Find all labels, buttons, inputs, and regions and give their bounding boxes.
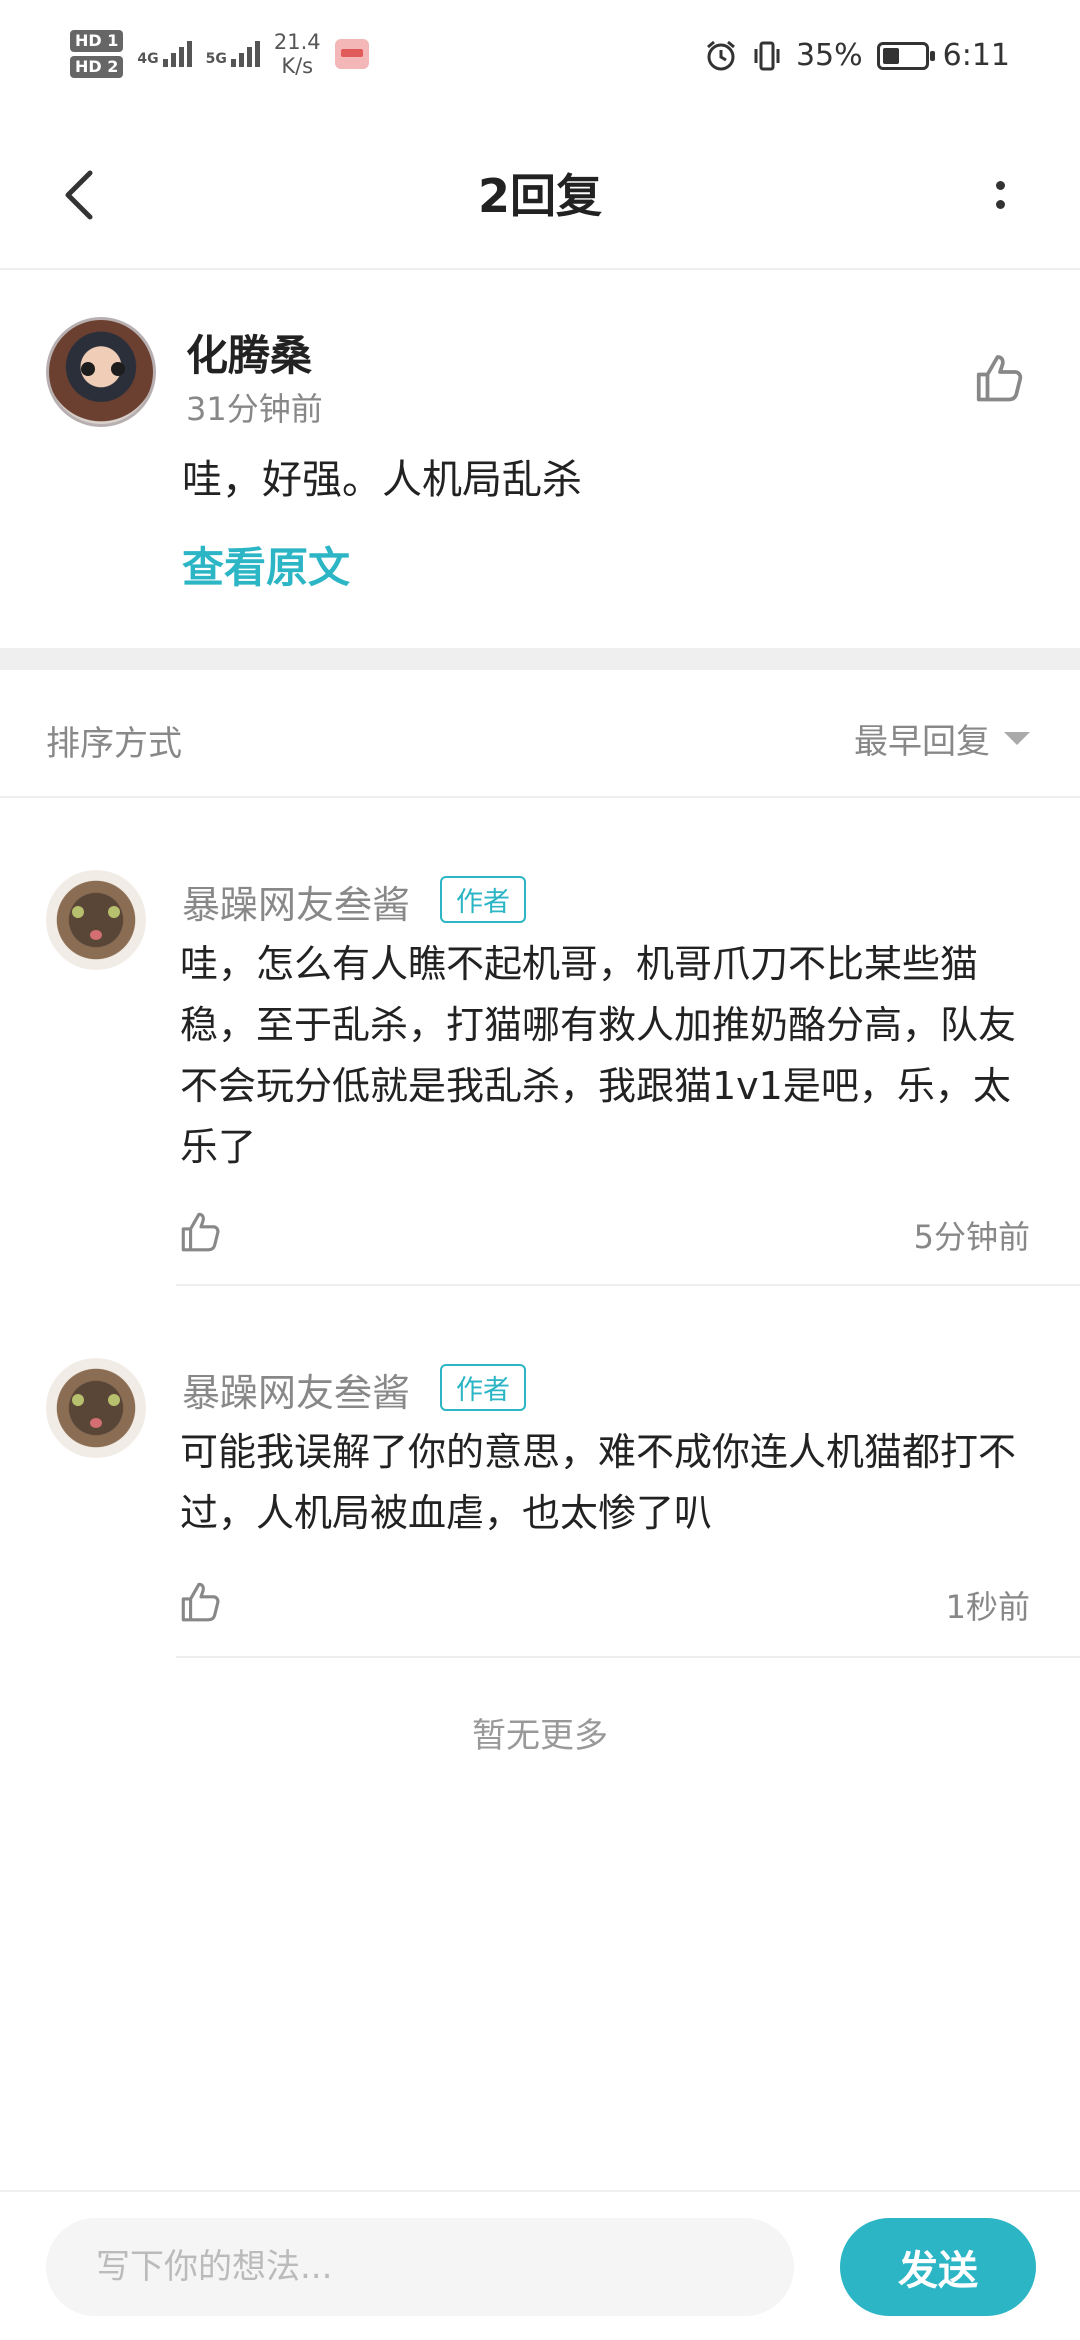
- thumbs-up-icon[interactable]: [176, 1576, 226, 1626]
- comment-input[interactable]: [46, 2218, 794, 2316]
- original-author-name[interactable]: 化腾桑: [186, 322, 312, 383]
- status-right: 35% 6:11: [704, 38, 1010, 73]
- speed-unit: K/s: [281, 54, 314, 78]
- status-left: HD 1 HD 2 4G 5G 21.4 K/s: [70, 30, 369, 78]
- section-divider: [0, 648, 1080, 670]
- sort-bar: 排序方式 最早回复: [0, 670, 1080, 798]
- clock: 6:11: [942, 38, 1010, 73]
- view-original-link[interactable]: 查看原文: [182, 534, 350, 595]
- network-speed: 21.4 K/s: [274, 30, 321, 78]
- alarm-icon: [706, 40, 735, 70]
- sort-label: 排序方式: [46, 724, 182, 764]
- reply-divider: [176, 1656, 1080, 1658]
- sort-dropdown[interactable]: 最早回复: [854, 714, 1030, 763]
- status-bar: HD 1 HD 2 4G 5G 21.4 K/s 35% 6:11: [0, 0, 1080, 120]
- top-bar: 2回复: [0, 120, 1080, 270]
- hd-indicator: HD 1 HD 2: [70, 30, 124, 78]
- more-dot-icon: [995, 200, 1005, 209]
- net1-label: 4G: [137, 51, 159, 67]
- battery-percent: 35%: [795, 38, 863, 73]
- app-notification-icon: [334, 39, 369, 69]
- hd1-label: HD 1: [70, 30, 124, 52]
- speed-value: 21.4: [273, 30, 321, 54]
- original-time: 31分钟前: [186, 390, 323, 428]
- more-dot-icon: [995, 181, 1005, 190]
- sort-selected: 最早回复: [854, 722, 990, 762]
- original-comment: 化腾桑 31分钟前 哇，好强。人机局乱杀 查看原文: [0, 272, 1080, 648]
- reply-text: 哇，怎么有人瞧不起机哥，机哥爪刀不比某些猫稳，至于乱杀，打猫哪有救人加推奶酪分高…: [180, 942, 1017, 1169]
- author-badge: 作者: [440, 876, 526, 923]
- vibrate-icon: [754, 41, 780, 70]
- reply-author-avatar[interactable]: [46, 870, 146, 970]
- reply-item: 暴躁网友叁酱 作者 可能我误解了你的意思，难不成你连人机猫都打不过，人机局被血虐…: [0, 1288, 1080, 1658]
- no-more-text: 暂无更多: [472, 1716, 608, 1756]
- signal-5g-icon: 5G: [206, 41, 260, 67]
- hd2-label: HD 2: [70, 56, 124, 78]
- reply-author-name[interactable]: 暴躁网友叁酱: [182, 874, 410, 929]
- more-options-button[interactable]: [960, 155, 1040, 235]
- reply-time: 1秒前: [945, 1588, 1030, 1626]
- send-button[interactable]: 发送: [840, 2218, 1036, 2316]
- reply-text: 可能我误解了你的意思，难不成你连人机猫都打不过，人机局被血虐，也太惨了叭: [180, 1430, 1017, 1535]
- battery-icon: [876, 41, 935, 70]
- page-title: 2回复: [477, 169, 602, 223]
- reply-time: 5分钟前: [913, 1218, 1030, 1256]
- comment-composer: 发送: [0, 2190, 1080, 2340]
- chevron-down-icon: [1004, 732, 1030, 745]
- reply-divider: [176, 1284, 1080, 1286]
- signal-4g-icon: 4G: [137, 41, 192, 67]
- thumbs-up-icon[interactable]: [176, 1206, 226, 1256]
- original-text: 哇，好强。人机局乱杀: [182, 457, 582, 503]
- author-badge: 作者: [440, 1364, 526, 1411]
- thumbs-up-icon[interactable]: [970, 347, 1030, 407]
- original-author-avatar[interactable]: [46, 317, 156, 427]
- net2-label: 5G: [205, 51, 227, 67]
- reply-item: 暴躁网友叁酱 作者 哇，怎么有人瞧不起机哥，机哥爪刀不比某些猫稳，至于乱杀，打猫…: [0, 798, 1080, 1286]
- reply-author-name[interactable]: 暴躁网友叁酱: [182, 1362, 410, 1417]
- reply-author-avatar[interactable]: [46, 1358, 146, 1458]
